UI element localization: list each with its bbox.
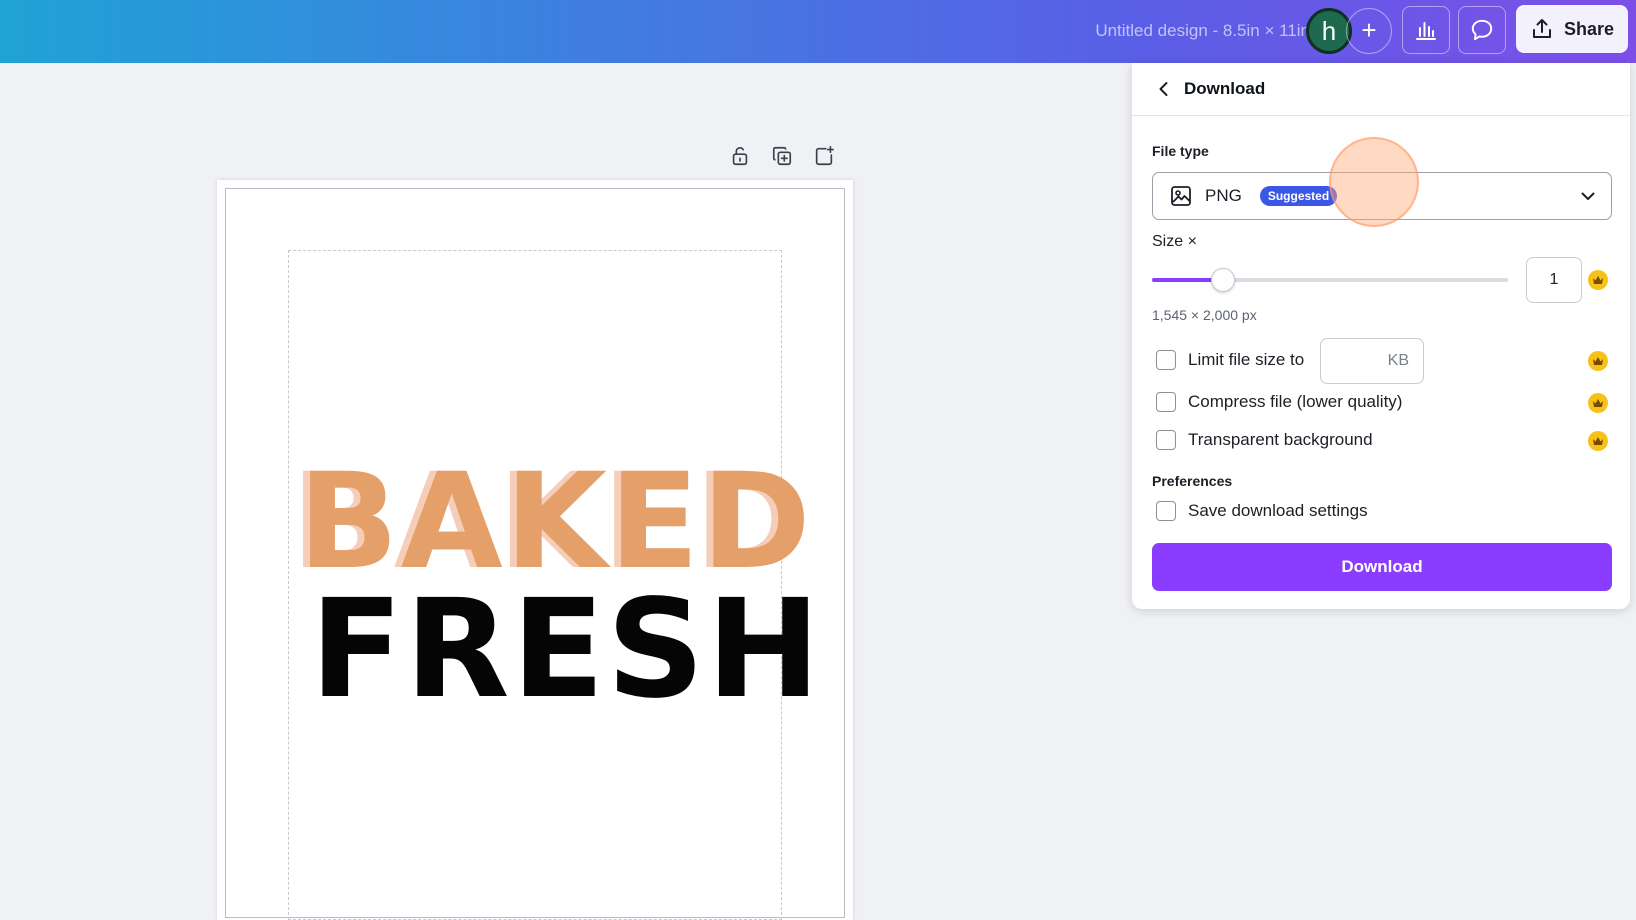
image-icon: [1171, 186, 1191, 206]
output-dimensions: 1,545 × 2,000 px: [1152, 307, 1257, 323]
share-label: Share: [1563, 18, 1615, 39]
download-button[interactable]: Download: [1152, 543, 1612, 591]
size-slider-thumb[interactable]: [1211, 268, 1236, 292]
size-slider[interactable]: [1152, 268, 1508, 292]
chevron-left-icon: [1159, 82, 1168, 96]
share-button[interactable]: Share: [1516, 5, 1628, 53]
premium-crown-icon: [1588, 431, 1608, 451]
add-collaborator-button[interactable]: +: [1346, 8, 1392, 54]
file-size-input[interactable]: KB: [1320, 338, 1424, 384]
comment-button[interactable]: [1458, 6, 1506, 54]
limit-file-size-label: Limit file size to: [1188, 350, 1305, 369]
save-download-settings-option[interactable]: Save download settings: [1156, 501, 1368, 521]
limit-file-size-checkbox[interactable]: [1156, 350, 1176, 370]
document-title[interactable]: Untitled design - 8.5in × 11in: [1010, 18, 1310, 44]
comment-icon: [1471, 19, 1493, 41]
click-highlight-marker: [1329, 137, 1419, 227]
limit-file-size-option[interactable]: Limit file size to: [1156, 350, 1304, 370]
unlock-icon: [732, 147, 748, 166]
panel-title: Download: [1184, 79, 1266, 98]
premium-crown-icon: [1588, 393, 1608, 413]
duplicate-icon: [772, 146, 792, 166]
headline-baked[interactable]: BAKED: [298, 456, 811, 588]
plus-icon: +: [1361, 15, 1377, 45]
share-upload-icon: [1532, 19, 1551, 38]
add-page-button[interactable]: [812, 144, 836, 168]
size-label: Size ×: [1152, 233, 1197, 250]
transparent-background-option[interactable]: Transparent background: [1156, 430, 1373, 450]
page-toolbar: [728, 144, 836, 168]
panel-header: Download: [1132, 63, 1630, 116]
preferences-label: Preferences: [1152, 473, 1233, 489]
insights-button[interactable]: [1402, 6, 1450, 54]
premium-crown-icon: [1588, 270, 1608, 290]
premium-crown-icon: [1588, 351, 1608, 371]
compress-file-label: Compress file (lower quality): [1188, 392, 1403, 411]
duplicate-page-button[interactable]: [770, 144, 794, 168]
headline-fresh[interactable]: FRESH: [310, 582, 820, 718]
file-type-value: PNG: [1205, 186, 1242, 205]
save-download-settings-checkbox[interactable]: [1156, 501, 1176, 521]
suggested-badge: Suggested: [1259, 186, 1338, 206]
size-input[interactable]: 1: [1526, 257, 1582, 303]
chevron-down-icon: [1581, 192, 1595, 200]
compress-file-option[interactable]: Compress file (lower quality): [1156, 392, 1402, 412]
transparent-background-checkbox[interactable]: [1156, 430, 1176, 450]
bar-chart-icon: [1416, 22, 1436, 40]
transparent-background-label: Transparent background: [1188, 430, 1373, 449]
compress-file-checkbox[interactable]: [1156, 392, 1176, 412]
save-download-settings-label: Save download settings: [1188, 501, 1368, 520]
back-button[interactable]: [1154, 79, 1174, 99]
lock-page-button[interactable]: [728, 144, 752, 168]
add-page-icon: [815, 146, 834, 166]
top-bar: Untitled design - 8.5in × 11in h + Share: [0, 0, 1636, 63]
file-type-label: File type: [1152, 143, 1209, 159]
